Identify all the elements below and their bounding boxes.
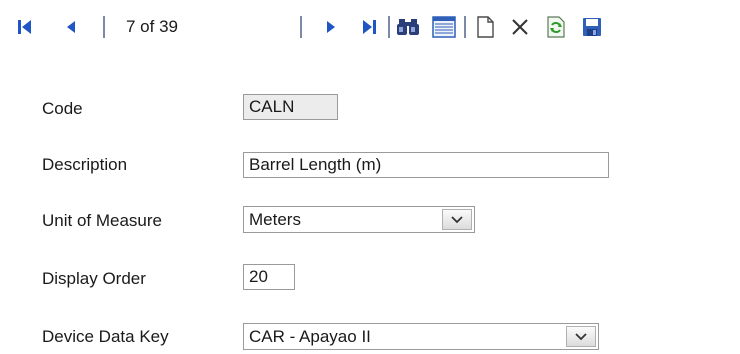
- code-label: Code: [42, 99, 83, 118]
- previous-record-icon: [67, 21, 75, 33]
- device-data-key-value: CAR - Apayao II: [249, 327, 371, 346]
- toolbar-separator: [464, 16, 466, 38]
- last-record-icon: [363, 20, 376, 34]
- save-icon: [583, 18, 601, 36]
- first-record-icon: [18, 20, 31, 34]
- delete-button[interactable]: [506, 14, 534, 40]
- unit-of-measure-value: Meters: [249, 210, 301, 229]
- new-record-icon: [477, 16, 494, 38]
- toolbar-separator: [388, 16, 390, 38]
- next-record-icon: [327, 21, 335, 33]
- device-data-key-select[interactable]: CAR - Apayao II: [243, 323, 599, 350]
- new-record-button[interactable]: [472, 14, 498, 40]
- delete-icon: [512, 19, 528, 35]
- first-record-button[interactable]: [12, 14, 38, 40]
- toolbar-separator: [103, 16, 105, 38]
- description-label: Description: [42, 155, 128, 174]
- find-icon: [397, 19, 419, 35]
- next-record-button[interactable]: [318, 14, 344, 40]
- list-view-button[interactable]: [430, 14, 458, 40]
- code-field[interactable]: CALN: [243, 94, 338, 120]
- last-record-button[interactable]: [356, 14, 382, 40]
- toolbar-separator: [300, 16, 302, 38]
- unit-of-measure-select[interactable]: Meters: [243, 206, 475, 233]
- device-data-key-label: Device Data Key: [42, 327, 169, 346]
- unit-of-measure-dropdown-button[interactable]: [442, 209, 472, 230]
- save-button[interactable]: [578, 14, 606, 40]
- navigator-toolbar: 7 of 39: [0, 0, 740, 54]
- device-data-key-dropdown-button[interactable]: [566, 326, 596, 347]
- chevron-down-icon: [575, 332, 587, 340]
- chevron-down-icon: [451, 215, 463, 223]
- description-field[interactable]: Barrel Length (m): [243, 152, 609, 178]
- unit-of-measure-label: Unit of Measure: [42, 211, 162, 230]
- list-view-icon: [432, 16, 456, 38]
- display-order-field[interactable]: 20: [243, 264, 295, 290]
- find-button[interactable]: [394, 14, 422, 40]
- refresh-icon: [547, 16, 565, 38]
- refresh-button[interactable]: [542, 14, 570, 40]
- display-order-label: Display Order: [42, 269, 146, 288]
- previous-record-button[interactable]: [58, 14, 84, 40]
- record-position: 7 of 39: [126, 17, 178, 36]
